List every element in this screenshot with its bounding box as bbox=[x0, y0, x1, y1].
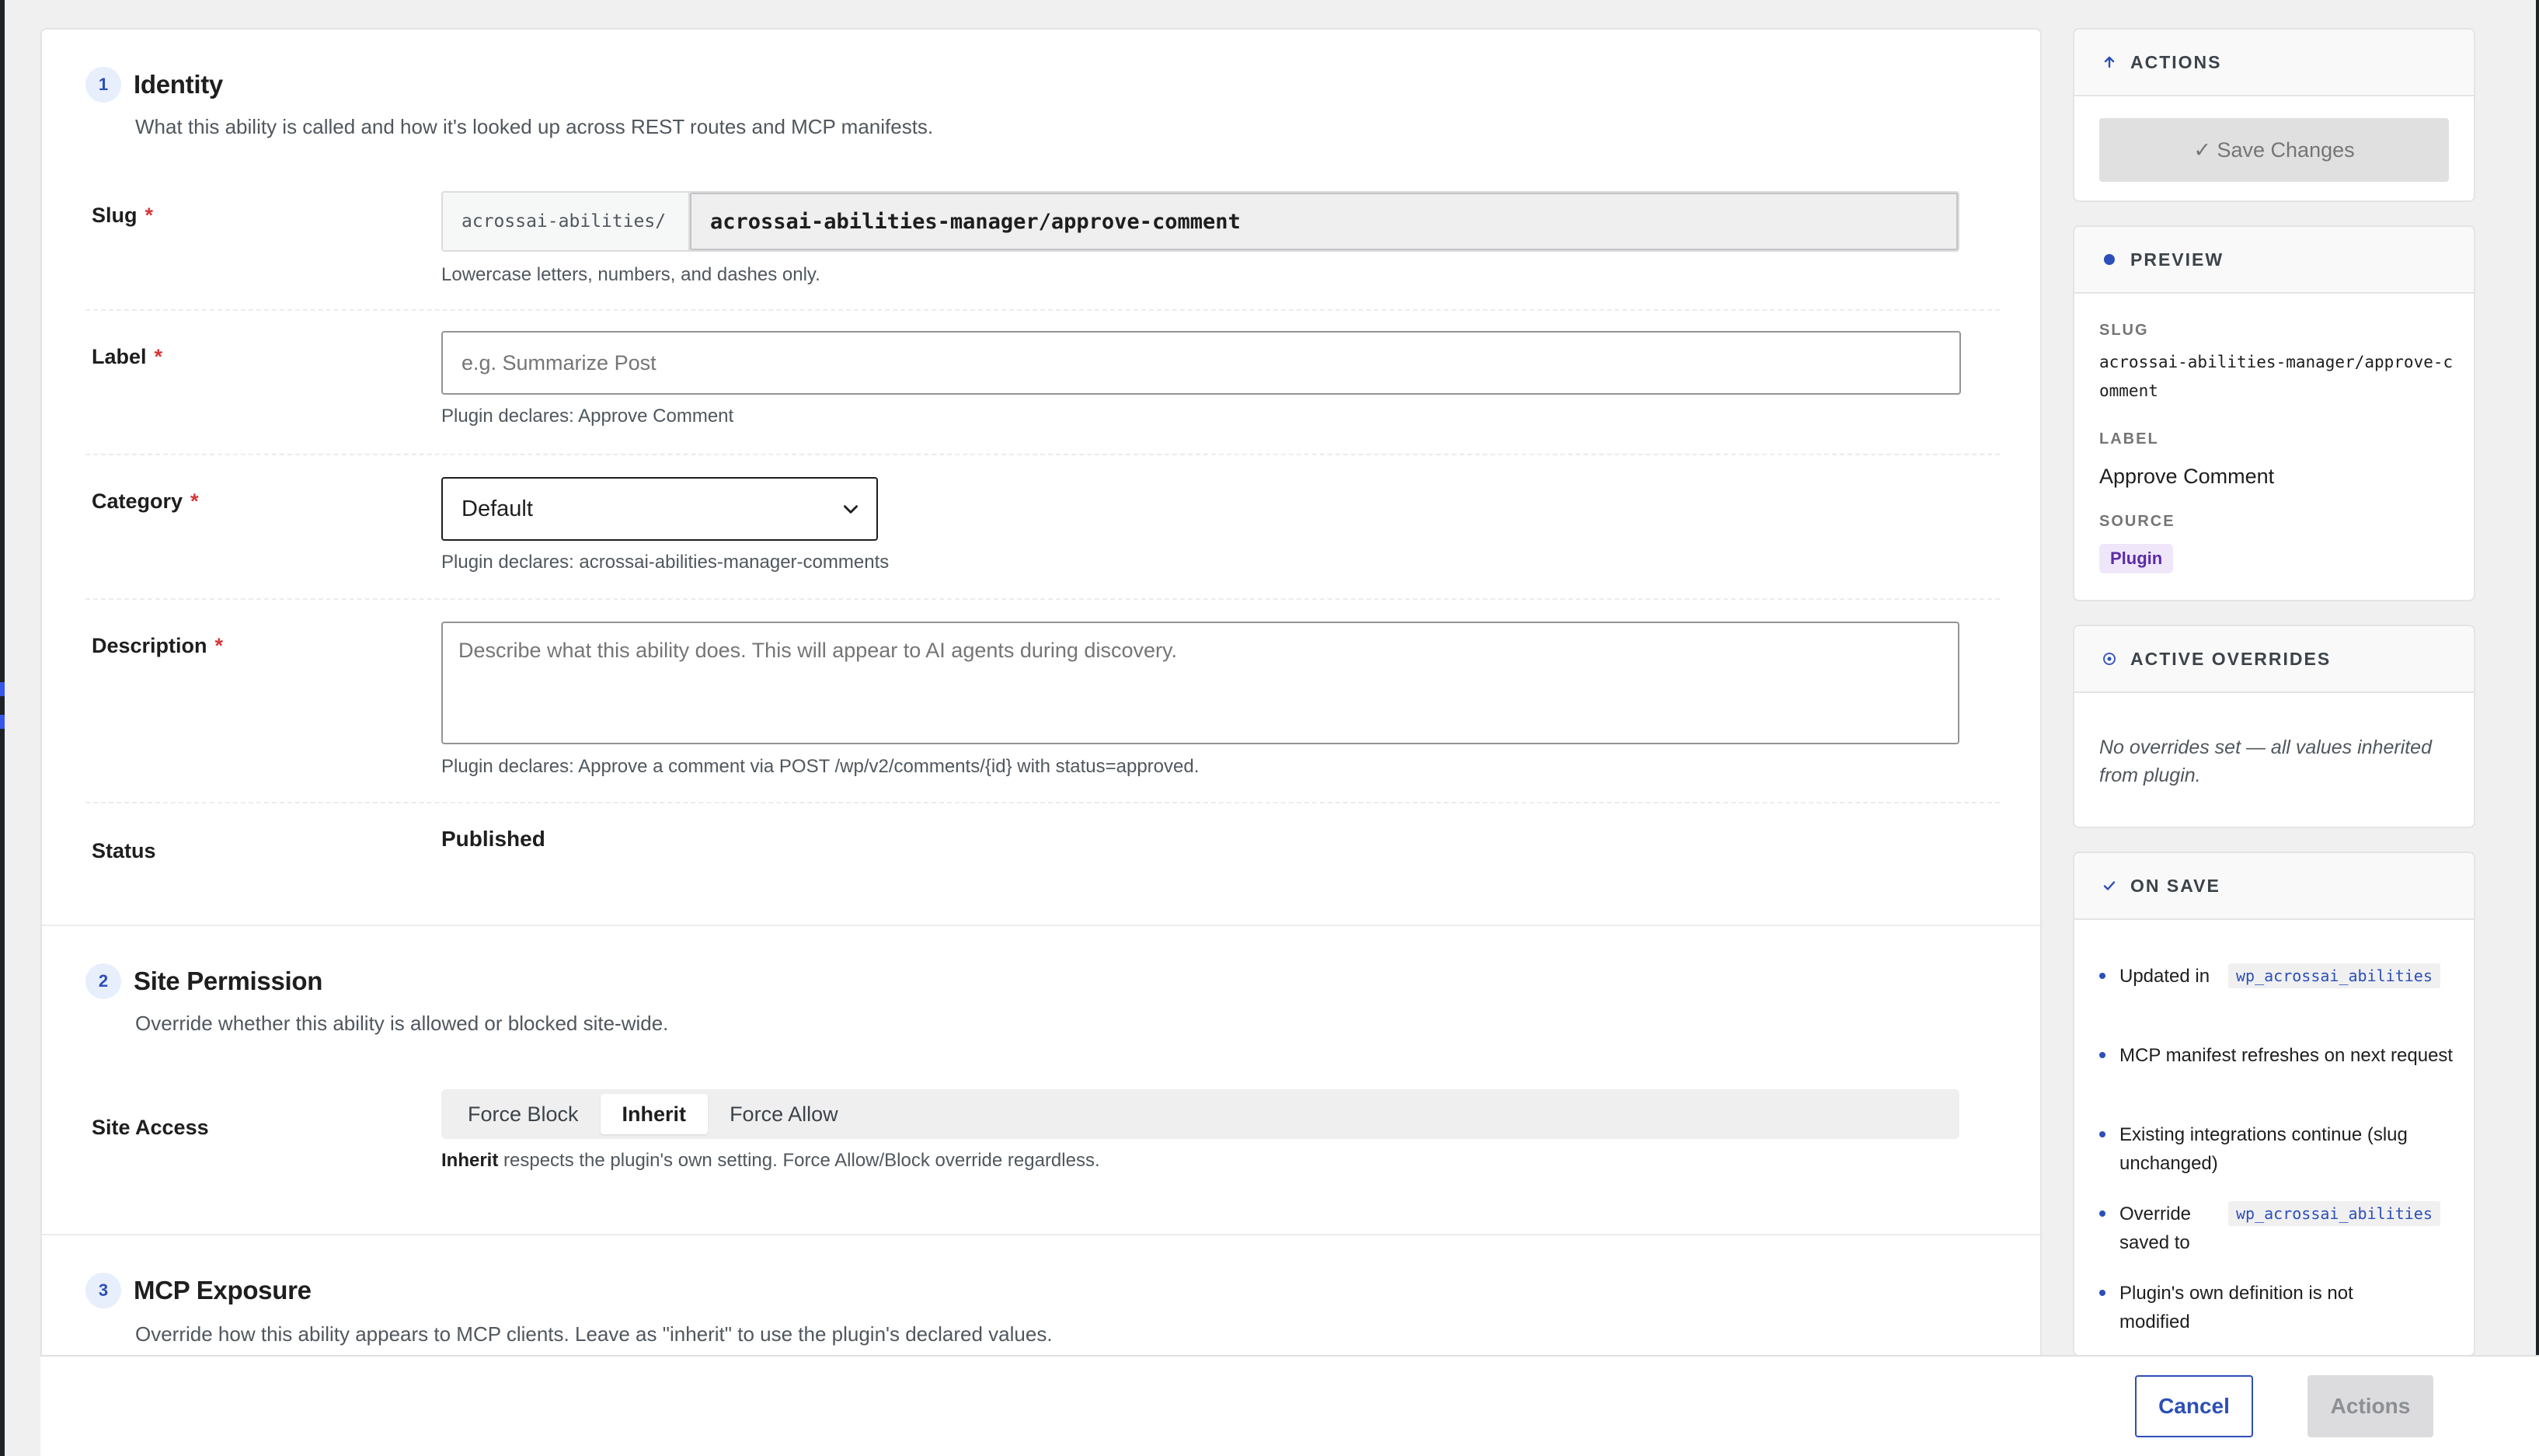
on-save-panel: ON SAVE Updated in wp_acrossai_abilities… bbox=[2073, 852, 2475, 1357]
label-input[interactable] bbox=[441, 331, 1961, 395]
on-save-panel-header: ON SAVE bbox=[2074, 853, 2474, 920]
preview-panel-title: PREVIEW bbox=[2130, 249, 2224, 270]
row-divider bbox=[85, 309, 2000, 311]
overrides-empty-text: No overrides set — all values inherited … bbox=[2099, 737, 2432, 786]
category-help: Plugin declares: acrossai-abilities-mana… bbox=[441, 552, 890, 573]
bullet-icon bbox=[2099, 1052, 2105, 1058]
site-access-help: Inherit respects the plugin's own settin… bbox=[441, 1150, 1100, 1171]
save-changes-button[interactable]: ✓ Save Changes bbox=[2099, 118, 2449, 182]
actions-panel-title: ACTIONS bbox=[2130, 51, 2222, 72]
description-field-group: Plugin declares: Approve a comment via P… bbox=[441, 622, 2040, 778]
edge-marker bbox=[0, 682, 5, 696]
check-icon bbox=[2101, 877, 2118, 894]
force-block-option[interactable]: Force Block bbox=[446, 1094, 601, 1134]
description-help: Plugin declares: Approve a comment via P… bbox=[441, 756, 1200, 777]
force-allow-option[interactable]: Force Allow bbox=[708, 1094, 860, 1134]
bullet-icon bbox=[2099, 973, 2105, 979]
preview-source-label: SOURCE bbox=[2099, 513, 2175, 530]
slug-field: acrossai-abilities/ bbox=[441, 191, 1959, 252]
list-item: Plugin's own definition is not modified bbox=[2099, 1279, 2454, 1336]
window-edge-left bbox=[0, 0, 5, 1456]
required-marker: * bbox=[190, 489, 199, 513]
overrides-panel-header: ACTIVE OVERRIDES bbox=[2074, 626, 2474, 693]
overrides-panel-title: ACTIVE OVERRIDES bbox=[2130, 648, 2332, 669]
list-item: Override saved to wp_acrossai_abilities bbox=[2099, 1200, 2454, 1257]
label-help: Plugin declares: Approve Comment bbox=[441, 406, 734, 427]
category-selected-value: Default bbox=[461, 496, 533, 521]
dot-icon bbox=[2101, 251, 2118, 268]
slug-field-group: acrossai-abilities/ Lowercase letters, n… bbox=[441, 191, 2040, 286]
cancel-button[interactable]: Cancel bbox=[2135, 1375, 2253, 1437]
section-title: MCP Exposure bbox=[134, 1276, 312, 1304]
slug-input[interactable] bbox=[690, 193, 1958, 250]
status-label: Status bbox=[92, 839, 156, 862]
active-overrides-panel: ACTIVE OVERRIDES No overrides set — all … bbox=[2073, 625, 2475, 828]
section-subtitle: What this ability is called and how it's… bbox=[135, 115, 934, 138]
section-title: Site Permission bbox=[134, 967, 323, 995]
site-access-field-group: Force Block Inherit Force Allow Inherit … bbox=[441, 1089, 2040, 1172]
preview-slug-label: SLUG bbox=[2099, 322, 2149, 339]
category-select[interactable]: Default bbox=[441, 477, 878, 541]
ability-edit-form: 1 Identity What this ability is called a… bbox=[40, 28, 2042, 1456]
section-number: 1 bbox=[85, 67, 121, 103]
bullet-icon bbox=[2099, 1131, 2105, 1137]
table-name-code: wp_acrossai_abilities bbox=[2228, 963, 2440, 988]
section-subtitle: Override how this ability appears to MCP… bbox=[135, 1322, 1053, 1346]
section-title: Identity bbox=[134, 70, 223, 99]
inherit-option[interactable]: Inherit bbox=[600, 1094, 709, 1134]
row-divider bbox=[85, 598, 2000, 600]
label-field-group: Plugin declares: Approve Comment bbox=[441, 331, 2040, 427]
section-number: 3 bbox=[85, 1273, 121, 1308]
chevron-down-icon bbox=[844, 505, 858, 514]
preview-label-label: LABEL bbox=[2099, 430, 2159, 448]
actions-panel-header: ACTIONS bbox=[2074, 30, 2474, 96]
list-item: MCP manifest refreshes on next request bbox=[2099, 1041, 2454, 1070]
list-item: Existing integrations continue (slug unc… bbox=[2099, 1120, 2454, 1178]
row-divider bbox=[85, 802, 2000, 803]
arrow-up-icon bbox=[2101, 54, 2118, 71]
mcp-section-header: 3 MCP Exposure bbox=[85, 1273, 312, 1308]
required-marker: * bbox=[145, 204, 154, 227]
row-divider bbox=[85, 454, 2000, 455]
required-marker: * bbox=[214, 634, 224, 657]
on-save-panel-title: ON SAVE bbox=[2130, 875, 2220, 896]
window-edge-right bbox=[2536, 0, 2539, 1456]
list-item: Updated in wp_acrossai_abilities bbox=[2099, 962, 2454, 991]
site-permission-section-header: 2 Site Permission bbox=[85, 963, 322, 999]
category-field-group: Default Plugin declares: acrossai-abilit… bbox=[441, 477, 2040, 573]
label-field-label: Label * bbox=[92, 345, 163, 368]
preview-label-value: Approve Comment bbox=[2099, 465, 2275, 488]
category-label: Category * bbox=[92, 489, 199, 513]
slug-help: Lowercase letters, numbers, and dashes o… bbox=[441, 264, 820, 285]
identity-section-header: 1 Identity bbox=[85, 67, 223, 103]
slug-label: Slug * bbox=[92, 204, 154, 227]
actions-panel: ACTIONS ✓ Save Changes bbox=[2073, 28, 2475, 202]
section-subtitle: Override whether this ability is allowed… bbox=[135, 1012, 669, 1035]
section-divider bbox=[42, 1234, 2040, 1235]
target-icon bbox=[2101, 650, 2118, 667]
site-access-toggle: Force Block Inherit Force Allow bbox=[441, 1089, 1959, 1139]
bullet-icon bbox=[2099, 1210, 2105, 1217]
section-number: 2 bbox=[85, 963, 121, 999]
preview-panel-header: PREVIEW bbox=[2074, 227, 2474, 294]
description-label: Description * bbox=[92, 634, 224, 657]
actions-button[interactable]: Actions bbox=[2307, 1375, 2433, 1437]
preview-slug-value: acrossai-abilities-manager/approve-comme… bbox=[2099, 353, 2454, 400]
source-badge: Plugin bbox=[2099, 544, 2174, 573]
footer-edge bbox=[2073, 1355, 2475, 1357]
bullet-icon bbox=[2099, 1290, 2105, 1296]
required-marker: * bbox=[154, 345, 163, 368]
status-value: Published bbox=[441, 827, 545, 851]
table-name-code: wp_acrossai_abilities bbox=[2228, 1201, 2440, 1226]
edge-marker bbox=[0, 715, 5, 729]
slug-prefix: acrossai-abilities/ bbox=[443, 193, 690, 250]
site-access-label: Site Access bbox=[92, 1116, 209, 1139]
section-divider bbox=[42, 925, 2040, 926]
description-textarea[interactable] bbox=[441, 622, 1959, 744]
preview-panel: PREVIEW SLUG acrossai-abilities-manager/… bbox=[2073, 225, 2475, 601]
